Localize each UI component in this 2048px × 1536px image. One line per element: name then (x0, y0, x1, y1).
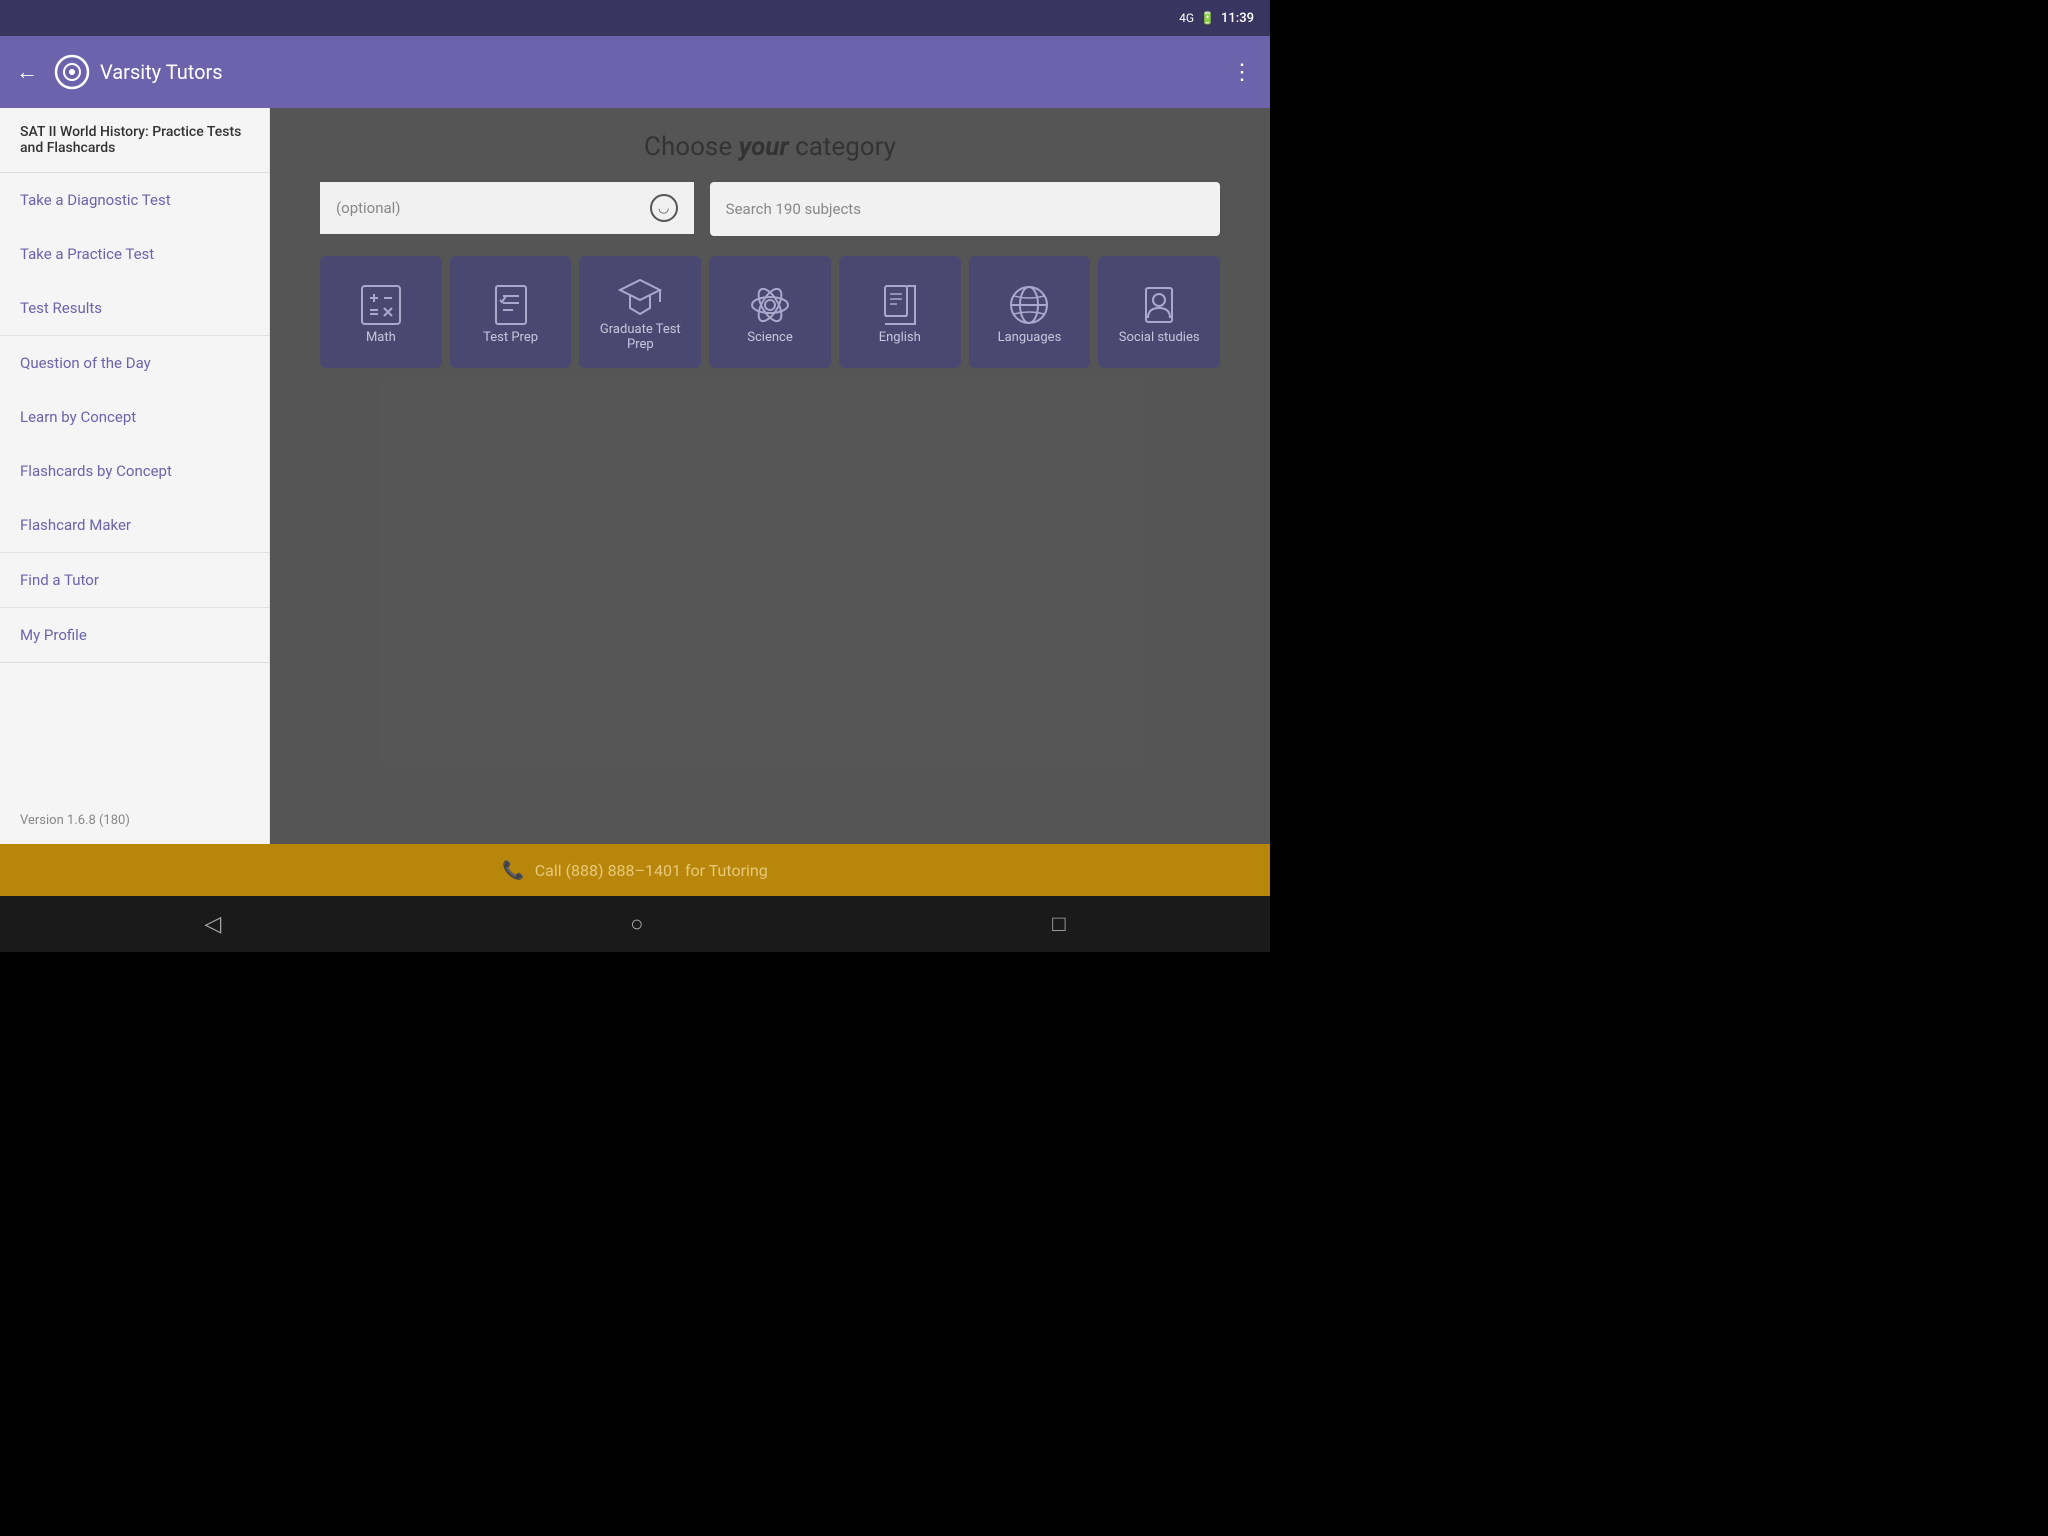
social-studies-label: Social studies (1119, 330, 1200, 345)
sidebar-section-profile: My Profile (0, 608, 269, 663)
battery-icon: 🔋 (1200, 11, 1215, 25)
sidebar-item-practice-test[interactable]: Take a Practice Test (0, 227, 269, 281)
sidebar-section-tutor: Find a Tutor (0, 553, 269, 608)
app-header: ← Varsity Tutors ⋮ (0, 36, 1270, 108)
gradtest-icon (615, 272, 665, 322)
sidebar-item-flashcard-maker[interactable]: Flashcard Maker (0, 498, 269, 552)
languages-label: Languages (998, 330, 1062, 345)
sidebar-section-tests: Take a Diagnostic Test Take a Practice T… (0, 173, 269, 336)
main-layout: SAT II World History: Practice Tests and… (0, 108, 1270, 844)
sidebar-item-my-profile[interactable]: My Profile (0, 608, 269, 662)
gradtest-label: Graduate Test Prep (587, 322, 693, 352)
home-nav-button[interactable]: ○ (630, 911, 643, 937)
optional-placeholder: (optional) (336, 199, 401, 217)
sidebar-item-question-of-day[interactable]: Question of the Day (0, 336, 269, 390)
sidebar-item-find-tutor[interactable]: Find a Tutor (0, 553, 269, 607)
subject-search-placeholder: Search 190 subjects (726, 200, 861, 218)
search-row: (optional) ◡ Search 190 subjects (320, 182, 1220, 236)
app-logo (54, 54, 90, 90)
sidebar-item-test-results[interactable]: Test Results (0, 281, 269, 335)
category-science[interactable]: Science (709, 256, 831, 368)
optional-search-box[interactable]: (optional) ◡ (320, 182, 694, 236)
english-label: English (879, 330, 921, 345)
subject-search-box[interactable]: Search 190 subjects (710, 182, 1220, 236)
phone-icon: 📞 (502, 860, 524, 881)
science-label: Science (747, 330, 792, 345)
sidebar-item-flashcards-by-concept[interactable]: Flashcards by Concept (0, 444, 269, 498)
sidebar-context-label: SAT II World History: Practice Tests and… (0, 108, 269, 173)
main-content: Choose your category (optional) ◡ Search… (270, 108, 1270, 844)
testprep-label: Test Prep (483, 330, 538, 345)
category-grid: Math Test Prep (320, 256, 1220, 368)
choose-category-title: Choose your category (644, 132, 896, 162)
languages-icon (1004, 280, 1054, 330)
sidebar-item-learn-by-concept[interactable]: Learn by Concept (0, 390, 269, 444)
category-grad-test-prep[interactable]: Graduate Test Prep (579, 256, 701, 368)
back-nav-button[interactable]: ◁ (204, 912, 221, 937)
more-options-button[interactable]: ⋮ (1231, 60, 1254, 85)
category-english[interactable]: English (839, 256, 961, 368)
app-version: Version 1.6.8 (180) (0, 797, 269, 844)
testprep-icon (486, 280, 536, 330)
call-bar-text: Call (888) 888–1401 for Tutoring (535, 861, 768, 880)
math-label: Math (366, 330, 396, 345)
science-icon (745, 280, 795, 330)
back-button[interactable]: ← (16, 59, 38, 85)
call-bar[interactable]: 📞 Call (888) 888–1401 for Tutoring (0, 844, 1270, 896)
social-icon (1134, 280, 1184, 330)
category-chooser: Choose your category (optional) ◡ Search… (270, 108, 1270, 844)
sidebar-section-study: Question of the Day Learn by Concept Fla… (0, 336, 269, 553)
status-icons: 4G 🔋 11:39 (1179, 11, 1254, 26)
english-icon (875, 280, 925, 330)
sidebar-item-diagnostic-test[interactable]: Take a Diagnostic Test (0, 173, 269, 227)
app-title: Varsity Tutors (100, 60, 1231, 84)
status-bar: 4G 🔋 11:39 (0, 0, 1270, 36)
recents-nav-button[interactable]: □ (1052, 911, 1065, 937)
category-languages[interactable]: Languages (969, 256, 1091, 368)
sidebar: SAT II World History: Practice Tests and… (0, 108, 270, 844)
category-test-prep[interactable]: Test Prep (450, 256, 572, 368)
compass-icon: ◡ (650, 194, 678, 222)
category-social-studies[interactable]: Social studies (1098, 256, 1220, 368)
time-display: 11:39 (1221, 11, 1254, 26)
category-math[interactable]: Math (320, 256, 442, 368)
network-indicator: 4G (1179, 11, 1194, 25)
navigation-bar: ◁ ○ □ (0, 896, 1270, 952)
math-icon (356, 280, 406, 330)
